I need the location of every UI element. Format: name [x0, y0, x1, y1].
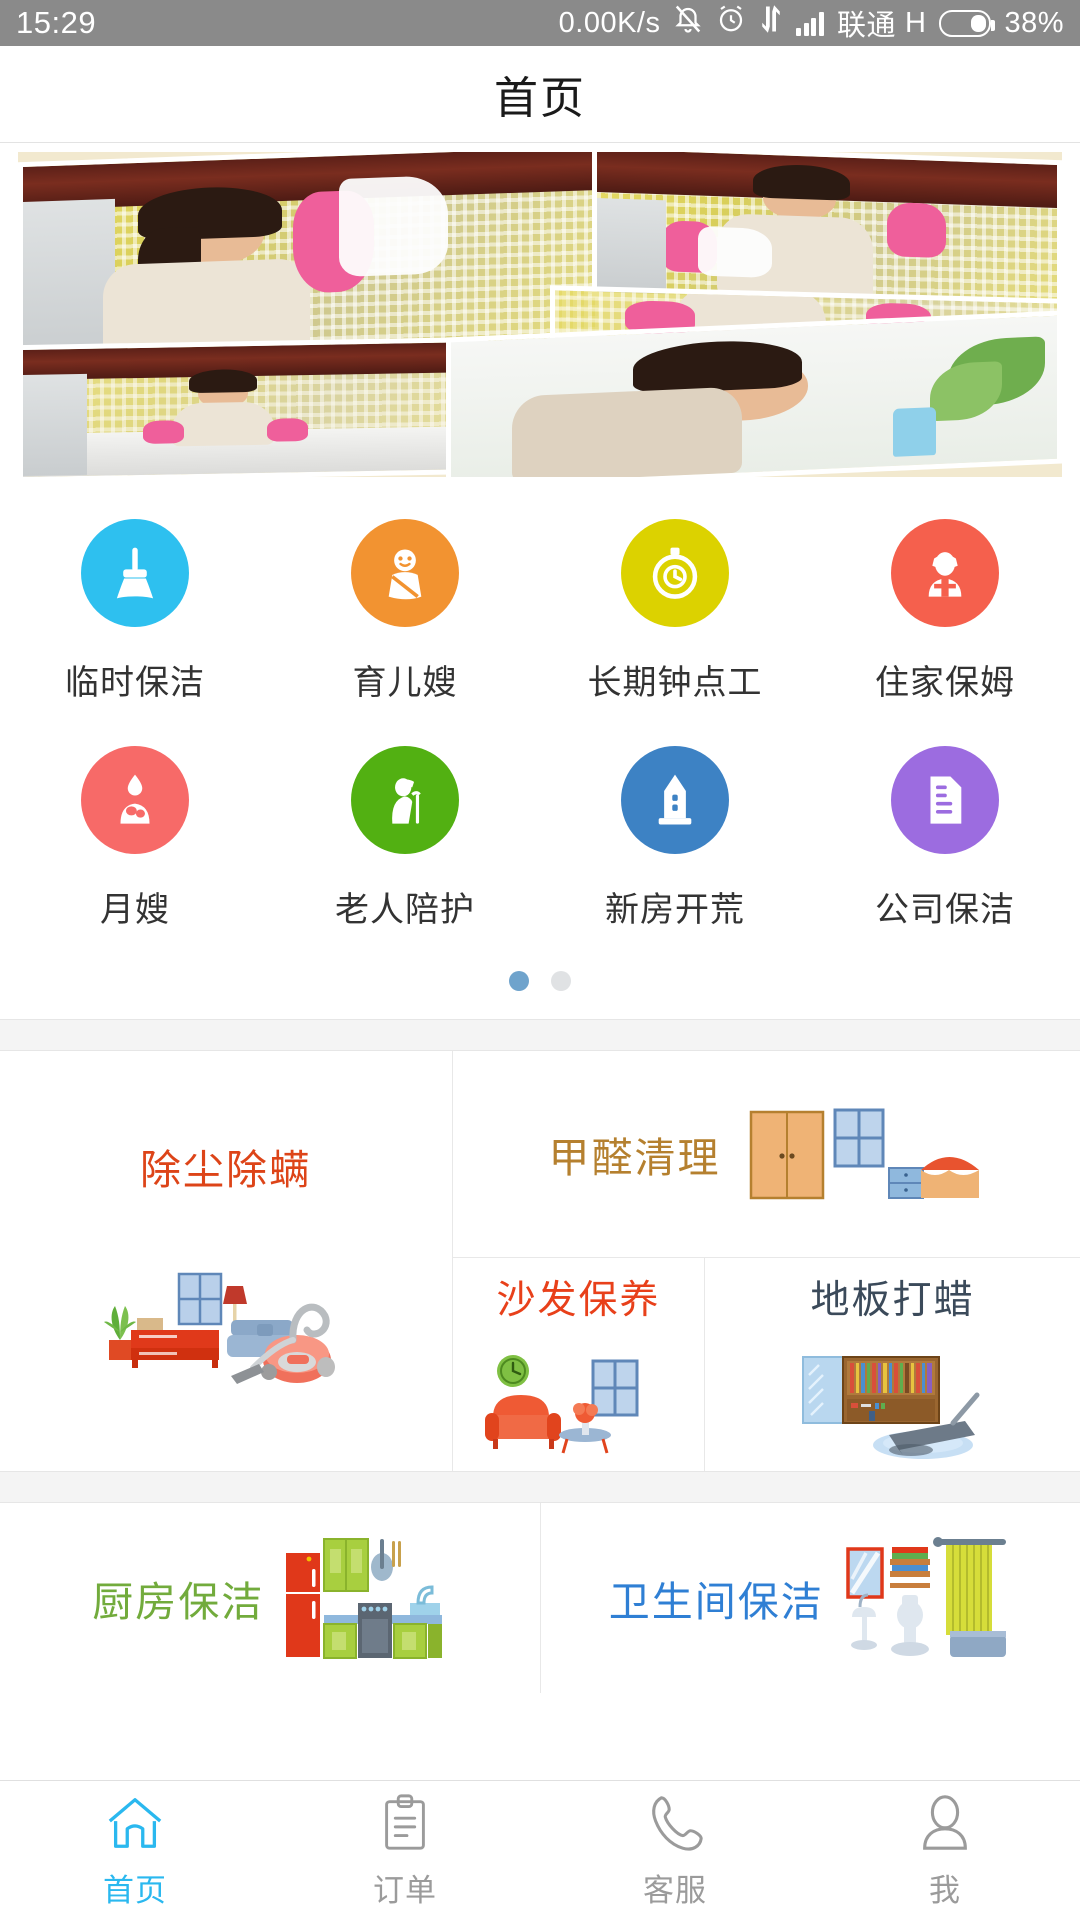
bathroom-illustration: [842, 1531, 1012, 1666]
page-header: 首页: [0, 46, 1080, 143]
service-item-changqizhongdiangong[interactable]: 长期钟点工: [540, 519, 810, 714]
promo-banner[interactable]: [18, 152, 1062, 477]
card-title: 除尘除螨: [140, 1147, 312, 1193]
signal-bars-icon: [796, 10, 824, 36]
card-title: 卫生间保洁: [608, 1579, 824, 1625]
maid-icon: [891, 519, 999, 627]
tab-label: 订单: [373, 1872, 437, 1908]
stopwatch-icon: [621, 519, 729, 627]
bedroom-wardrobe-illustration: [745, 1094, 985, 1214]
card-right-column: 甲醛清理 沙发保养 地板打蜡: [453, 1051, 1080, 1471]
status-time: 15:29: [16, 5, 97, 40]
card-title: 厨房保洁: [92, 1579, 265, 1625]
tab-profile[interactable]: 我: [810, 1781, 1080, 1920]
battery-icon: [939, 9, 996, 37]
card-sofa-care[interactable]: 沙发保养: [453, 1258, 705, 1471]
mother-baby-icon: [81, 746, 189, 854]
service-label: 长期钟点工: [587, 664, 763, 702]
banner-collage: [18, 152, 1062, 477]
card-kitchen[interactable]: 厨房保洁: [0, 1503, 540, 1693]
clipboard-icon: [374, 1792, 436, 1859]
service-label: 住家保姆: [875, 664, 1015, 702]
tab-label: 我: [929, 1872, 961, 1908]
document-icon: [891, 746, 999, 854]
vacuum-cleaner-illustration: [101, 1236, 351, 1386]
card-title: 甲醛清理: [548, 1135, 721, 1181]
network-speed: 0.00K/s: [558, 6, 661, 39]
service-item-xinfangkaihuang[interactable]: 新房开荒: [540, 746, 810, 941]
service-label: 老人陪护: [335, 891, 475, 929]
card-title: 地板打蜡: [810, 1278, 975, 1322]
carousel-pagination[interactable]: [0, 941, 1080, 1019]
tab-label: 客服: [643, 1872, 707, 1908]
pagination-dot-active[interactable]: [509, 971, 529, 991]
status-bar: 15:29 0.00K/s 联通 H 38%: [0, 0, 1080, 46]
service-item-zhujiabaomu[interactable]: 住家保姆: [810, 519, 1080, 714]
battery-percent: 38%: [1004, 6, 1064, 39]
card-bathroom[interactable]: 卫生间保洁: [539, 1503, 1080, 1693]
pagination-dot-inactive[interactable]: [551, 971, 571, 991]
service-item-linshibaojie[interactable]: 临时保洁: [0, 519, 270, 714]
service-item-laorenpeihu[interactable]: 老人陪护: [270, 746, 540, 941]
page-title: 首页: [494, 74, 586, 123]
service-label: 临时保洁: [65, 664, 205, 702]
baby-icon: [351, 519, 459, 627]
service-grid-row-2: 月嫂 老人陪护 新房开荒 公司保洁: [0, 746, 1080, 941]
card-floor-wax[interactable]: 地板打蜡: [705, 1258, 1080, 1471]
wide-cards-row: 厨房保洁 卫生间保洁: [0, 1503, 1080, 1693]
card-bottom-row: 沙发保养 地板打蜡: [453, 1258, 1080, 1471]
service-label: 公司保洁: [875, 891, 1015, 929]
section-divider-2: [0, 1471, 1080, 1503]
sofa-illustration: [481, 1351, 676, 1461]
tab-support[interactable]: 客服: [540, 1781, 810, 1920]
service-label: 新房开荒: [605, 891, 745, 929]
broom-icon: [81, 519, 189, 627]
carrier-name: 联通: [836, 10, 896, 42]
floor-polisher-illustration: [793, 1351, 993, 1461]
service-cards-grid: 除尘除螨 甲醛清理 沙发保养 地板打蜡: [0, 1051, 1080, 1471]
bottom-tab-bar: 首页 订单 客服 我: [0, 1780, 1080, 1920]
elderly-care-icon: [351, 746, 459, 854]
service-item-yuesao[interactable]: 月嫂: [0, 746, 270, 941]
service-label: 月嫂: [100, 891, 170, 929]
kitchen-illustration: [282, 1531, 447, 1666]
app-screen: 15:29 0.00K/s 联通 H 38% 首页 临时保洁 育儿嫂 长期钟点工…: [0, 0, 1080, 1920]
service-label: 育儿嫂: [352, 664, 458, 702]
home-icon: [104, 1792, 166, 1859]
data-transfer-icon: [759, 4, 783, 42]
card-dust-mite[interactable]: 除尘除螨: [0, 1051, 453, 1471]
tab-orders[interactable]: 订单: [270, 1781, 540, 1920]
service-item-yuersao[interactable]: 育儿嫂: [270, 519, 540, 714]
alarm-clock-icon: [716, 4, 746, 42]
network-type: H: [905, 6, 927, 39]
section-divider-1: [0, 1019, 1080, 1051]
person-icon: [914, 1792, 976, 1859]
tab-home[interactable]: 首页: [0, 1781, 270, 1920]
card-title: 沙发保养: [496, 1278, 661, 1322]
service-item-gongsibaojie[interactable]: 公司保洁: [810, 746, 1080, 941]
tab-label: 首页: [103, 1872, 167, 1908]
building-icon: [621, 746, 729, 854]
bell-muted-icon: [673, 3, 703, 43]
phone-icon: [644, 1792, 706, 1859]
card-formaldehyde[interactable]: 甲醛清理: [453, 1051, 1080, 1258]
service-grid-row-1: 临时保洁 育儿嫂 长期钟点工 住家保姆: [0, 519, 1080, 714]
service-grid: 临时保洁 育儿嫂 长期钟点工 住家保姆 月嫂 老人陪护 新房开荒 公司保洁: [0, 477, 1080, 1019]
